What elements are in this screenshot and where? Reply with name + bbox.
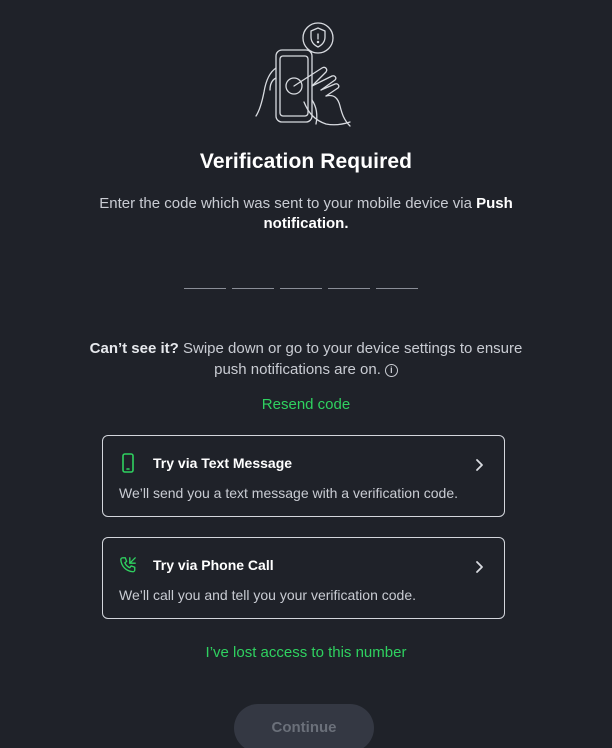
chevron-right-icon	[476, 459, 483, 471]
resend-code-link[interactable]: Resend code	[0, 396, 612, 413]
chevron-right-icon	[476, 561, 483, 573]
verification-code-input[interactable]	[184, 268, 418, 289]
option-title: Try via Text Message	[153, 455, 293, 471]
verification-page: Verification Required Enter the code whi…	[0, 0, 612, 748]
code-digit-5[interactable]	[376, 268, 418, 289]
option-text-message[interactable]: Try via Text Message We’ll send you a te…	[102, 435, 505, 517]
option-description: We’ll send you a text message with a ver…	[119, 485, 459, 501]
option-phone-call[interactable]: Try via Phone Call We’ll call you and te…	[102, 537, 505, 619]
code-digit-2[interactable]	[232, 268, 274, 289]
code-digit-3[interactable]	[280, 268, 322, 289]
option-title: Try via Phone Call	[153, 557, 274, 573]
option-description: We’ll call you and tell you your verific…	[119, 587, 417, 603]
phone-push-illustration	[255, 22, 351, 127]
smartphone-icon	[122, 453, 134, 473]
phone-incoming-icon	[120, 557, 136, 573]
help-heading: Can’t see it?	[89, 340, 179, 357]
continue-button[interactable]: Continue	[234, 704, 374, 748]
help-text: Can’t see it? Swipe down or go to your d…	[80, 338, 532, 380]
code-digit-4[interactable]	[328, 268, 370, 289]
lost-access-link[interactable]: I’ve lost access to this number	[0, 644, 612, 661]
code-digit-1[interactable]	[184, 268, 226, 289]
instruction-prefix: Enter the code which was sent to your mo…	[99, 195, 477, 212]
help-body: Swipe down or go to your device settings…	[178, 340, 523, 378]
instruction-text: Enter the code which was sent to your mo…	[70, 194, 542, 234]
info-icon[interactable]: i	[384, 364, 398, 377]
page-title: Verification Required	[199, 150, 413, 173]
